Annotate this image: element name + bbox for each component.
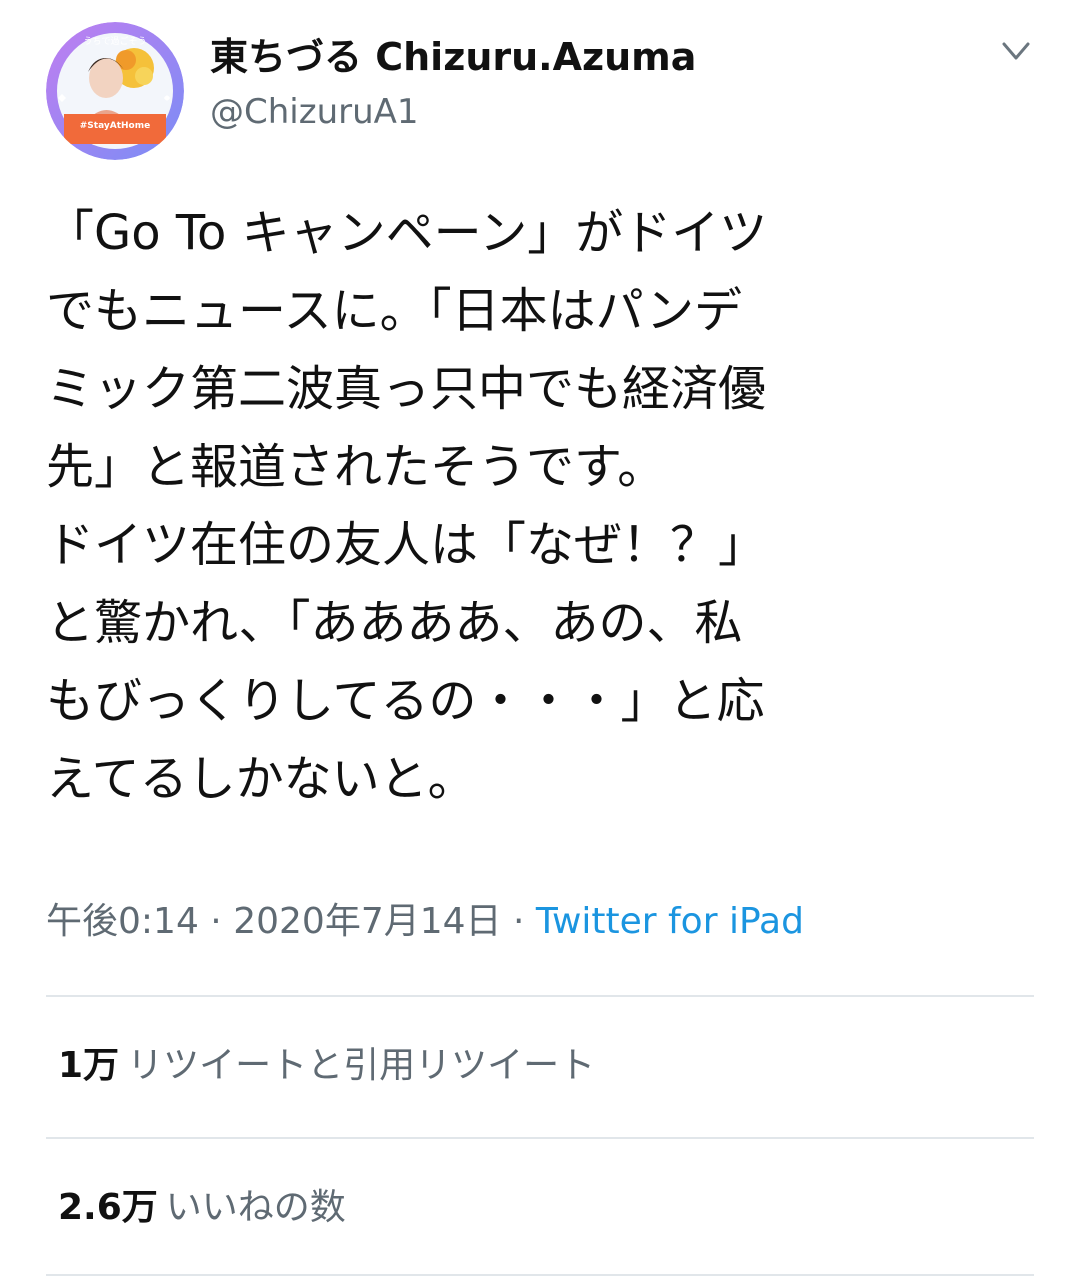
divider xyxy=(46,1137,1034,1139)
tweet-line: えてるしかないと。 xyxy=(46,751,476,807)
retweet-count: 1万 xyxy=(58,1045,120,1086)
divider xyxy=(46,1274,1034,1276)
retweet-label: リツイートと引用リツイート xyxy=(127,1045,596,1086)
like-stat[interactable]: 2.6万 いいねの数 xyxy=(58,1184,346,1232)
avatar-image: #StayAtHome うちで過ごそう xyxy=(46,22,184,160)
tweet-line: と驚かれ、「ああああ、あの、私 xyxy=(46,595,743,651)
tweet-time[interactable]: 午後0:14 xyxy=(46,901,199,942)
tweet-line: もびっくりしてるの・・・」と応 xyxy=(46,673,765,729)
like-count: 2.6万 xyxy=(58,1187,158,1228)
retweet-stat[interactable]: 1万 リツイートと引用リツイート xyxy=(58,1042,595,1090)
tweet-meta: 午後0:14 · 2020年7月14日 · Twitter for iPad xyxy=(46,898,804,946)
meta-separator: · xyxy=(513,901,525,942)
tweet-text: 「Go To キャンペーン」がドイツ でもニュースに。「日本はパンデ ミック第二… xyxy=(46,194,1036,818)
avatar-arc-text: うちで過ごそう xyxy=(83,35,146,47)
divider xyxy=(46,995,1034,997)
tweet-date[interactable]: 2020年7月14日 xyxy=(233,901,501,942)
profile-avatar[interactable]: #StayAtHome うちで過ごそう xyxy=(46,22,184,160)
tweet-source-link[interactable]: Twitter for iPad xyxy=(536,901,804,942)
chevron-down-icon[interactable] xyxy=(996,36,1036,66)
like-label: いいねの数 xyxy=(165,1187,346,1228)
tweet-line: 先」と報道されたそうです。 xyxy=(46,439,666,495)
tweet-line: ミック第二波真っ只中でも経済優 xyxy=(46,361,767,417)
meta-separator: · xyxy=(210,901,222,942)
tweet-line: でもニュースに。「日本はパンデ xyxy=(46,283,743,339)
tweet-line: 「Go To キャンペーン」がドイツ xyxy=(46,205,768,261)
user-handle[interactable]: @ChizuruA1 xyxy=(210,91,419,133)
tweet-line: ドイツ在住の友人は「なぜ！？」 xyxy=(46,517,767,573)
avatar-badge-text: #StayAtHome xyxy=(80,121,150,131)
display-name[interactable]: 東ちづる Chizuru.Azuma xyxy=(210,34,696,80)
